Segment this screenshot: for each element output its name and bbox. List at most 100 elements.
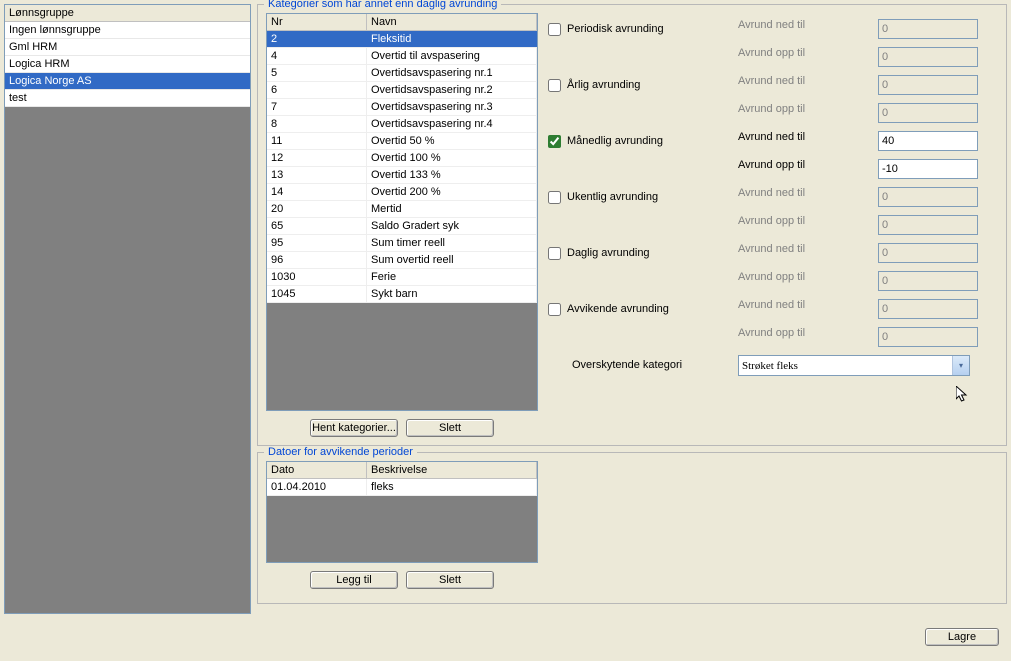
avvikende-ned-input: [878, 299, 978, 319]
category-nr: 4: [267, 48, 367, 64]
manedlig-opp-input[interactable]: [878, 159, 978, 179]
category-navn: Overtid 100 %: [367, 150, 537, 166]
category-nr: 20: [267, 201, 367, 217]
category-nr: 14: [267, 184, 367, 200]
daglig-checkbox-input[interactable]: [548, 247, 561, 260]
avvikende-checkbox-label: Avvikende avrunding: [567, 303, 669, 315]
category-row[interactable]: 14Overtid 200 %: [267, 184, 537, 201]
category-navn: Sum overtid reell: [367, 252, 537, 268]
date-desc: fleks: [367, 479, 537, 495]
category-row[interactable]: 96Sum overtid reell: [267, 252, 537, 269]
category-row[interactable]: 1030Ferie: [267, 269, 537, 286]
category-row[interactable]: 13Overtid 133 %: [267, 167, 537, 184]
ukentlig-opp-label: Avrund opp til: [738, 215, 868, 235]
arlig-ned-input: [878, 75, 978, 95]
arlig-opp-label: Avrund opp til: [738, 103, 868, 123]
category-row[interactable]: 1045Sykt barn: [267, 286, 537, 303]
avvikende-opp-label: Avrund opp til: [738, 327, 868, 347]
col-header-besk[interactable]: Beskrivelse: [367, 462, 537, 478]
ukentlig-checkbox-label: Ukentlig avrunding: [567, 191, 658, 203]
category-navn: Overtid til avspasering: [367, 48, 537, 64]
arlig-rounding-checkbox[interactable]: Årlig avrunding: [548, 75, 728, 95]
col-header-nr[interactable]: Nr: [267, 14, 367, 30]
avvikende-rounding-checkbox[interactable]: Avvikende avrunding: [548, 299, 728, 319]
category-nr: 8: [267, 116, 367, 132]
daglig-opp-label: Avrund opp til: [738, 271, 868, 291]
avvikende-opp-input: [878, 327, 978, 347]
daglig-checkbox-label: Daglig avrunding: [567, 247, 650, 259]
category-nr: 6: [267, 82, 367, 98]
category-navn: Mertid: [367, 201, 537, 217]
category-row[interactable]: 20Mertid: [267, 201, 537, 218]
delete-date-button[interactable]: Slett: [406, 571, 494, 589]
avvikende-checkbox-input[interactable]: [548, 303, 561, 316]
ukentlig-checkbox-input[interactable]: [548, 191, 561, 204]
category-row[interactable]: 8Overtidsavspasering nr.4: [267, 116, 537, 133]
col-header-navn[interactable]: Navn: [367, 14, 537, 30]
category-navn: Overtidsavspasering nr.2: [367, 82, 537, 98]
category-row[interactable]: 5Overtidsavspasering nr.1: [267, 65, 537, 82]
add-date-button[interactable]: Legg til: [310, 571, 398, 589]
category-row[interactable]: 12Overtid 100 %: [267, 150, 537, 167]
dates-fieldset: Datoer for avvikende perioder Dato Beskr…: [257, 452, 1007, 604]
periodisk-checkbox-label: Periodisk avrunding: [567, 23, 664, 35]
chevron-down-icon: ▾: [952, 356, 969, 375]
daglig-ned-label: Avrund ned til: [738, 243, 868, 263]
category-navn: Overtid 50 %: [367, 133, 537, 149]
category-row[interactable]: 11Overtid 50 %: [267, 133, 537, 150]
category-navn: Saldo Gradert syk: [367, 218, 537, 234]
categories-table[interactable]: Nr Navn 2Fleksitid4Overtid til avspaseri…: [266, 13, 538, 411]
col-header-dato[interactable]: Dato: [267, 462, 367, 478]
category-row[interactable]: 6Overtidsavspasering nr.2: [267, 82, 537, 99]
date-row[interactable]: 01.04.2010fleks: [267, 479, 537, 496]
manedlig-ned-input[interactable]: [878, 131, 978, 151]
manedlig-ned-label: Avrund ned til: [738, 131, 868, 151]
dates-table[interactable]: Dato Beskrivelse 01.04.2010fleks: [266, 461, 538, 563]
categories-fieldset: Kategorier som har annet enn daglig avru…: [257, 4, 1007, 446]
periodisk-rounding-checkbox[interactable]: Periodisk avrunding: [548, 19, 728, 39]
category-navn: Overtidsavspasering nr.3: [367, 99, 537, 115]
ukentlig-opp-input: [878, 215, 978, 235]
categories-title: Kategorier som har annet enn daglig avru…: [264, 0, 501, 10]
category-nr: 11: [267, 133, 367, 149]
category-nr: 7: [267, 99, 367, 115]
ukentlig-ned-label: Avrund ned til: [738, 187, 868, 207]
fetch-categories-button[interactable]: Hent kategorier...: [310, 419, 398, 437]
save-button[interactable]: Lagre: [925, 628, 999, 646]
category-nr: 1030: [267, 269, 367, 285]
wage-group-item[interactable]: Ingen lønnsgruppe: [5, 22, 250, 39]
category-row[interactable]: 7Overtidsavspasering nr.3: [267, 99, 537, 116]
category-nr: 13: [267, 167, 367, 183]
periodisk-opp-label: Avrund opp til: [738, 47, 868, 67]
overskytende-combo[interactable]: Strøket fleks▾: [738, 355, 970, 376]
daglig-ned-input: [878, 243, 978, 263]
category-navn: Ferie: [367, 269, 537, 285]
overskytende-label: Overskytende kategori: [572, 355, 728, 371]
category-row[interactable]: 95Sum timer reell: [267, 235, 537, 252]
category-row[interactable]: 2Fleksitid: [267, 31, 537, 48]
wage-group-item[interactable]: test: [5, 90, 250, 107]
category-row[interactable]: 4Overtid til avspasering: [267, 48, 537, 65]
arlig-checkbox-input[interactable]: [548, 79, 561, 92]
manedlig-checkbox-input[interactable]: [548, 135, 561, 148]
wage-group-header: Lønnsgruppe: [5, 5, 250, 22]
delete-category-button[interactable]: Slett: [406, 419, 494, 437]
wage-group-list[interactable]: Lønnsgruppe Ingen lønnsgruppeGml HRMLogi…: [4, 4, 251, 614]
arlig-checkbox-label: Årlig avrunding: [567, 79, 640, 91]
manedlig-rounding-checkbox[interactable]: Månedlig avrunding: [548, 131, 728, 151]
category-row[interactable]: 65Saldo Gradert syk: [267, 218, 537, 235]
category-navn: Sum timer reell: [367, 235, 537, 251]
category-nr: 65: [267, 218, 367, 234]
ukentlig-rounding-checkbox[interactable]: Ukentlig avrunding: [548, 187, 728, 207]
category-nr: 2: [267, 31, 367, 47]
periodisk-checkbox-input[interactable]: [548, 23, 561, 36]
wage-group-item[interactable]: Gml HRM: [5, 39, 250, 56]
wage-group-item[interactable]: Logica Norge AS: [5, 73, 250, 90]
daglig-rounding-checkbox[interactable]: Daglig avrunding: [548, 243, 728, 263]
ukentlig-ned-input: [878, 187, 978, 207]
wage-group-item[interactable]: Logica HRM: [5, 56, 250, 73]
category-navn: Sykt barn: [367, 286, 537, 302]
avvikende-ned-label: Avrund ned til: [738, 299, 868, 319]
manedlig-opp-label: Avrund opp til: [738, 159, 868, 179]
category-navn: Overtidsavspasering nr.4: [367, 116, 537, 132]
